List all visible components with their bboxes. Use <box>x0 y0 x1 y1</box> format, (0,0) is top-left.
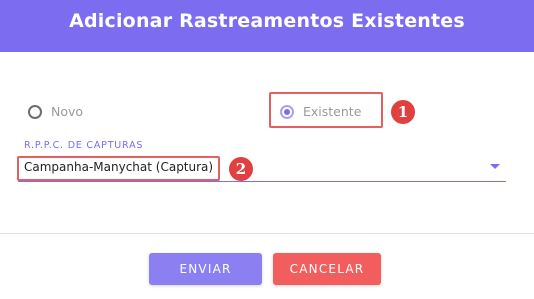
highlight-box-existente <box>269 92 383 128</box>
capture-field-label: R.P.P.C. DE CAPTURAS <box>24 140 144 151</box>
radio-unchecked-icon[interactable] <box>28 104 42 119</box>
annotation-badge-2: 2 <box>229 157 253 181</box>
dialog-title: Adicionar Rastreamentos Existentes <box>69 10 465 32</box>
annotation-badge-1: 1 <box>391 100 415 124</box>
radio-novo-label: Novo <box>51 104 84 119</box>
tracking-type-radio-group: Novo Existente <box>0 100 534 124</box>
cancel-button[interactable]: CANCELAR <box>273 253 381 285</box>
highlight-box-select <box>17 156 220 181</box>
radio-novo[interactable]: Novo <box>28 104 83 119</box>
dialog-header: Adicionar Rastreamentos Existentes <box>0 0 534 52</box>
footer-divider <box>0 233 534 234</box>
submit-button[interactable]: ENVIAR <box>149 253 262 285</box>
dropdown-arrow-icon[interactable] <box>490 164 500 169</box>
